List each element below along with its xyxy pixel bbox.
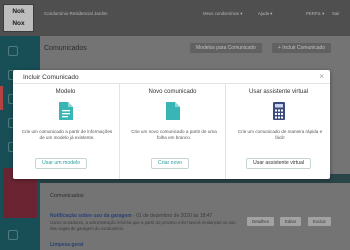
option-description: Crie um comunicado de maneira rápida e f… xyxy=(237,129,323,141)
option-description: Crie um novo comunicado a partir de uma … xyxy=(131,129,217,141)
modal-header: Incluir Comunicado × xyxy=(13,70,330,84)
calculator-icon xyxy=(273,102,285,120)
include-announcement-modal: Incluir Comunicado × Modelo Crie um comu… xyxy=(13,70,330,179)
option-description: Crie um comunicado a partir de informaçõ… xyxy=(21,129,113,141)
close-icon[interactable]: × xyxy=(319,72,324,81)
option-assistant: Usar assistente virtual Crie um comunica… xyxy=(225,84,330,179)
document-blank-icon xyxy=(166,102,180,120)
option-title: Usar assistente virtual xyxy=(248,89,309,95)
option-template: Modelo Crie um comunicado a partir de in… xyxy=(13,84,118,179)
use-assistant-button[interactable]: Usar assistente virtual xyxy=(246,158,312,169)
option-title: Novo comunicado xyxy=(148,89,197,95)
create-new-button[interactable]: Criar novo xyxy=(151,158,189,169)
option-title: Modelo xyxy=(55,89,76,95)
use-template-button[interactable]: Usar um modelo xyxy=(35,158,88,169)
document-lines-icon xyxy=(59,102,73,120)
option-new: Novo comunicado Crie um novo comunicado … xyxy=(119,84,224,179)
modal-title: Incluir Comunicado xyxy=(23,74,79,81)
